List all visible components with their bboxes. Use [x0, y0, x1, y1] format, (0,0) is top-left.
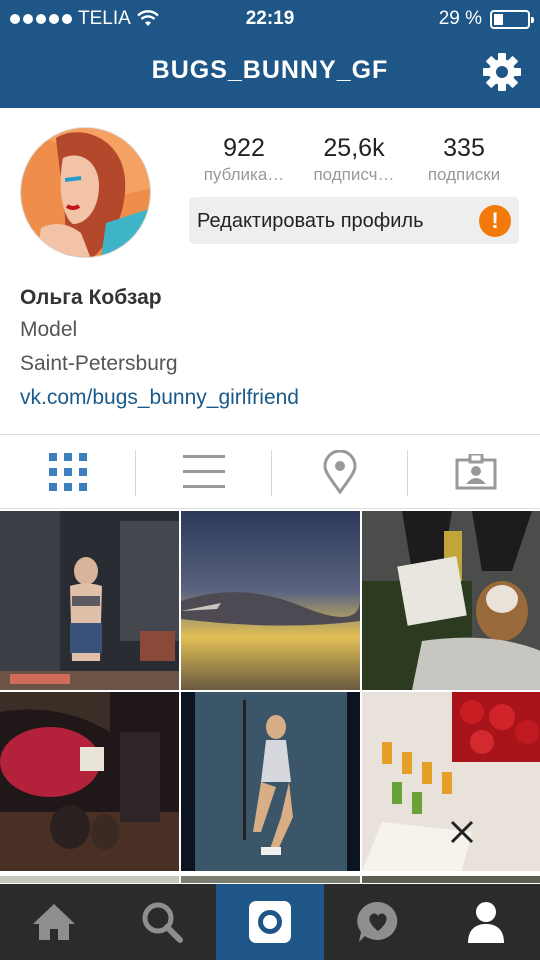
photo-thumbnail[interactable]: [0, 511, 179, 690]
following-count-label: подписки: [427, 165, 501, 184]
profile-occupation: Model: [20, 318, 78, 341]
profile-website-link[interactable]: vk.com/bugs_bunny_girlfriend: [20, 386, 299, 410]
profile-city: Saint-Petersburg: [20, 352, 178, 375]
followers-count[interactable]: 25,6k подписч…: [299, 134, 409, 185]
profile-full-name: Ольга Кобзар: [20, 286, 162, 309]
photo-thumbnail[interactable]: [181, 511, 360, 690]
nav-activity[interactable]: [324, 884, 432, 960]
tab-tagged-view[interactable]: [408, 436, 540, 508]
view-tabs: [0, 436, 540, 508]
camera-icon: [249, 901, 291, 943]
home-icon: [33, 904, 75, 940]
nav-home[interactable]: [0, 884, 108, 960]
warning-icon: !: [479, 205, 511, 237]
grid-icon: [48, 453, 87, 491]
followers-count-value: 25,6k: [323, 134, 385, 162]
photo-thumbnail[interactable]: [181, 692, 360, 871]
profile-icon: [468, 902, 504, 943]
bottom-nav: [0, 884, 540, 960]
tagged-photos-icon: [455, 454, 496, 490]
edit-profile-button[interactable]: Редактировать профиль !: [189, 197, 519, 244]
following-count[interactable]: 335 подписки: [409, 134, 519, 185]
photo-thumbnail[interactable]: [362, 511, 540, 690]
edit-profile-label: Редактировать профиль: [197, 210, 424, 232]
status-bar: TELIA 22:19 29 %: [0, 0, 540, 36]
nav-profile[interactable]: [432, 884, 540, 960]
nav-camera[interactable]: [216, 884, 324, 960]
divider: [0, 434, 540, 435]
profile-username-title: BUGS_BUNNY_GF: [151, 56, 389, 84]
top-bar: TELIA 22:19 29 % BUGS_BUNNY_GF: [0, 0, 540, 108]
battery-percent: 29 %: [438, 8, 482, 29]
divider: [0, 508, 540, 509]
list-icon: [182, 455, 225, 488]
posts-count-value: 922: [223, 134, 265, 162]
photo-thumbnail[interactable]: [0, 873, 179, 883]
tab-list-view[interactable]: [136, 436, 271, 508]
location-pin-icon: [322, 450, 357, 494]
nav-search[interactable]: [108, 884, 216, 960]
gear-icon[interactable]: [482, 52, 522, 92]
activity-heart-icon: [357, 901, 398, 942]
photo-thumbnail[interactable]: [181, 873, 360, 883]
tab-grid-view[interactable]: [0, 436, 135, 508]
posts-count-label: публика…: [203, 165, 285, 184]
photo-thumbnail[interactable]: [362, 692, 540, 871]
search-icon: [142, 902, 183, 943]
followers-count-label: подписч…: [313, 165, 395, 184]
battery-icon: [490, 9, 534, 29]
tab-location-view[interactable]: [272, 436, 407, 508]
posts-count[interactable]: 922 публика…: [189, 134, 299, 185]
following-count-value: 335: [443, 134, 485, 162]
photo-thumbnail[interactable]: [0, 692, 179, 871]
profile-avatar[interactable]: [20, 127, 151, 258]
photo-thumbnail[interactable]: [362, 873, 540, 883]
